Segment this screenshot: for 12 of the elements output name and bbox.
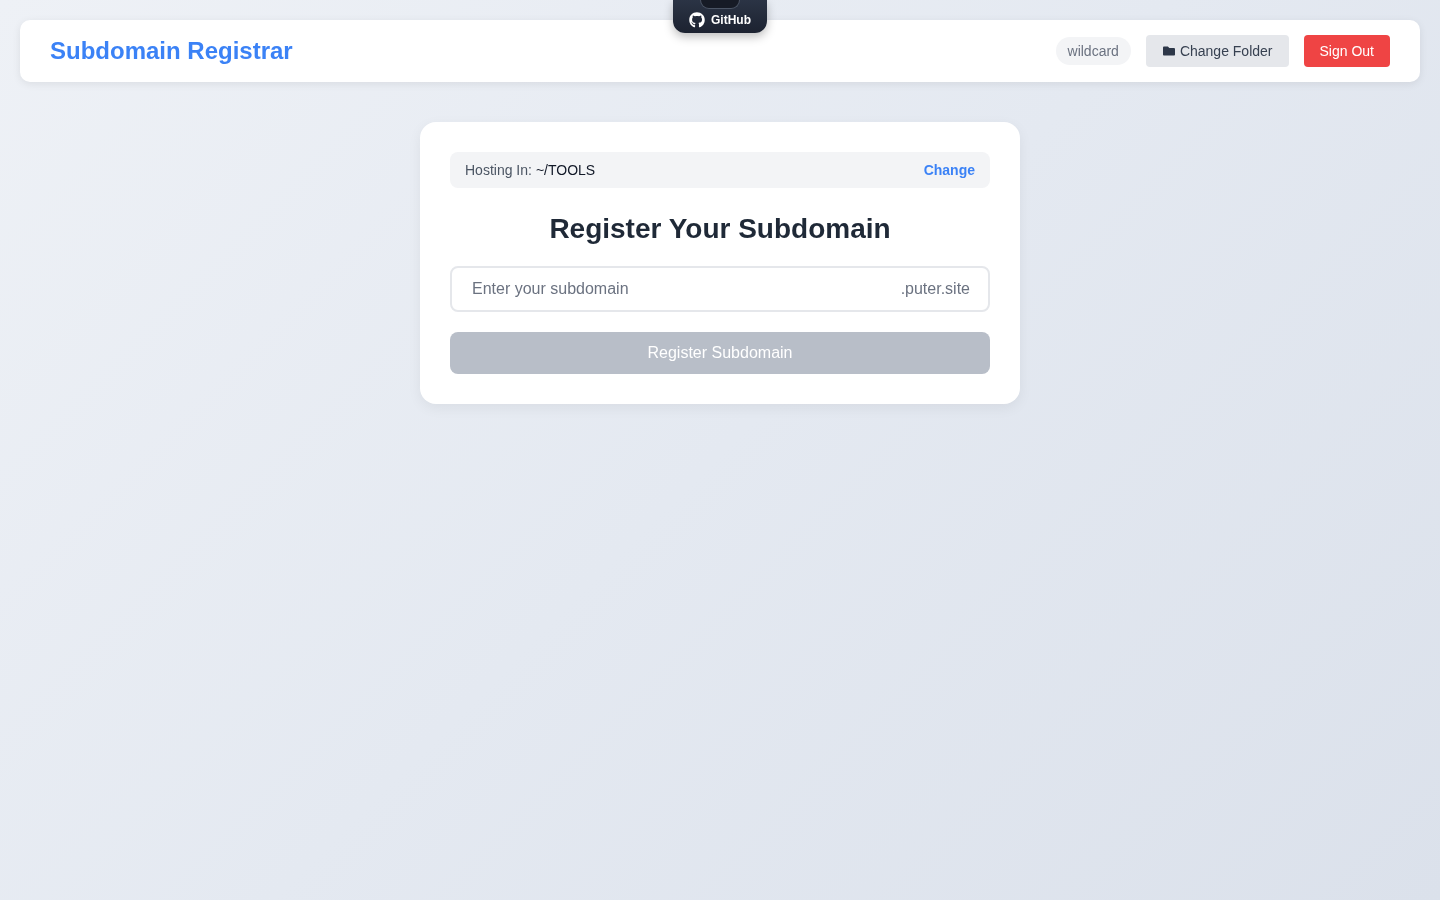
folder-path: ~/TOOLS bbox=[535, 162, 596, 178]
github-octocat-icon bbox=[689, 12, 705, 28]
folder-icon bbox=[1161, 45, 1176, 57]
form-heading: Register Your Subdomain bbox=[548, 212, 892, 246]
change-folder-button[interactable]: Change Folder bbox=[1145, 35, 1289, 67]
domain-suffix: .puter.site bbox=[900, 280, 970, 298]
sign-out-button[interactable]: Sign Out bbox=[1303, 35, 1390, 67]
mode-tag: wildcard bbox=[1055, 37, 1131, 65]
change-link[interactable]: Change bbox=[923, 162, 975, 178]
github-link[interactable]: GitHub bbox=[673, 0, 767, 33]
app-title: Subdomain Registrar bbox=[50, 37, 293, 65]
hosting-label: Hosting In: bbox=[465, 162, 532, 178]
